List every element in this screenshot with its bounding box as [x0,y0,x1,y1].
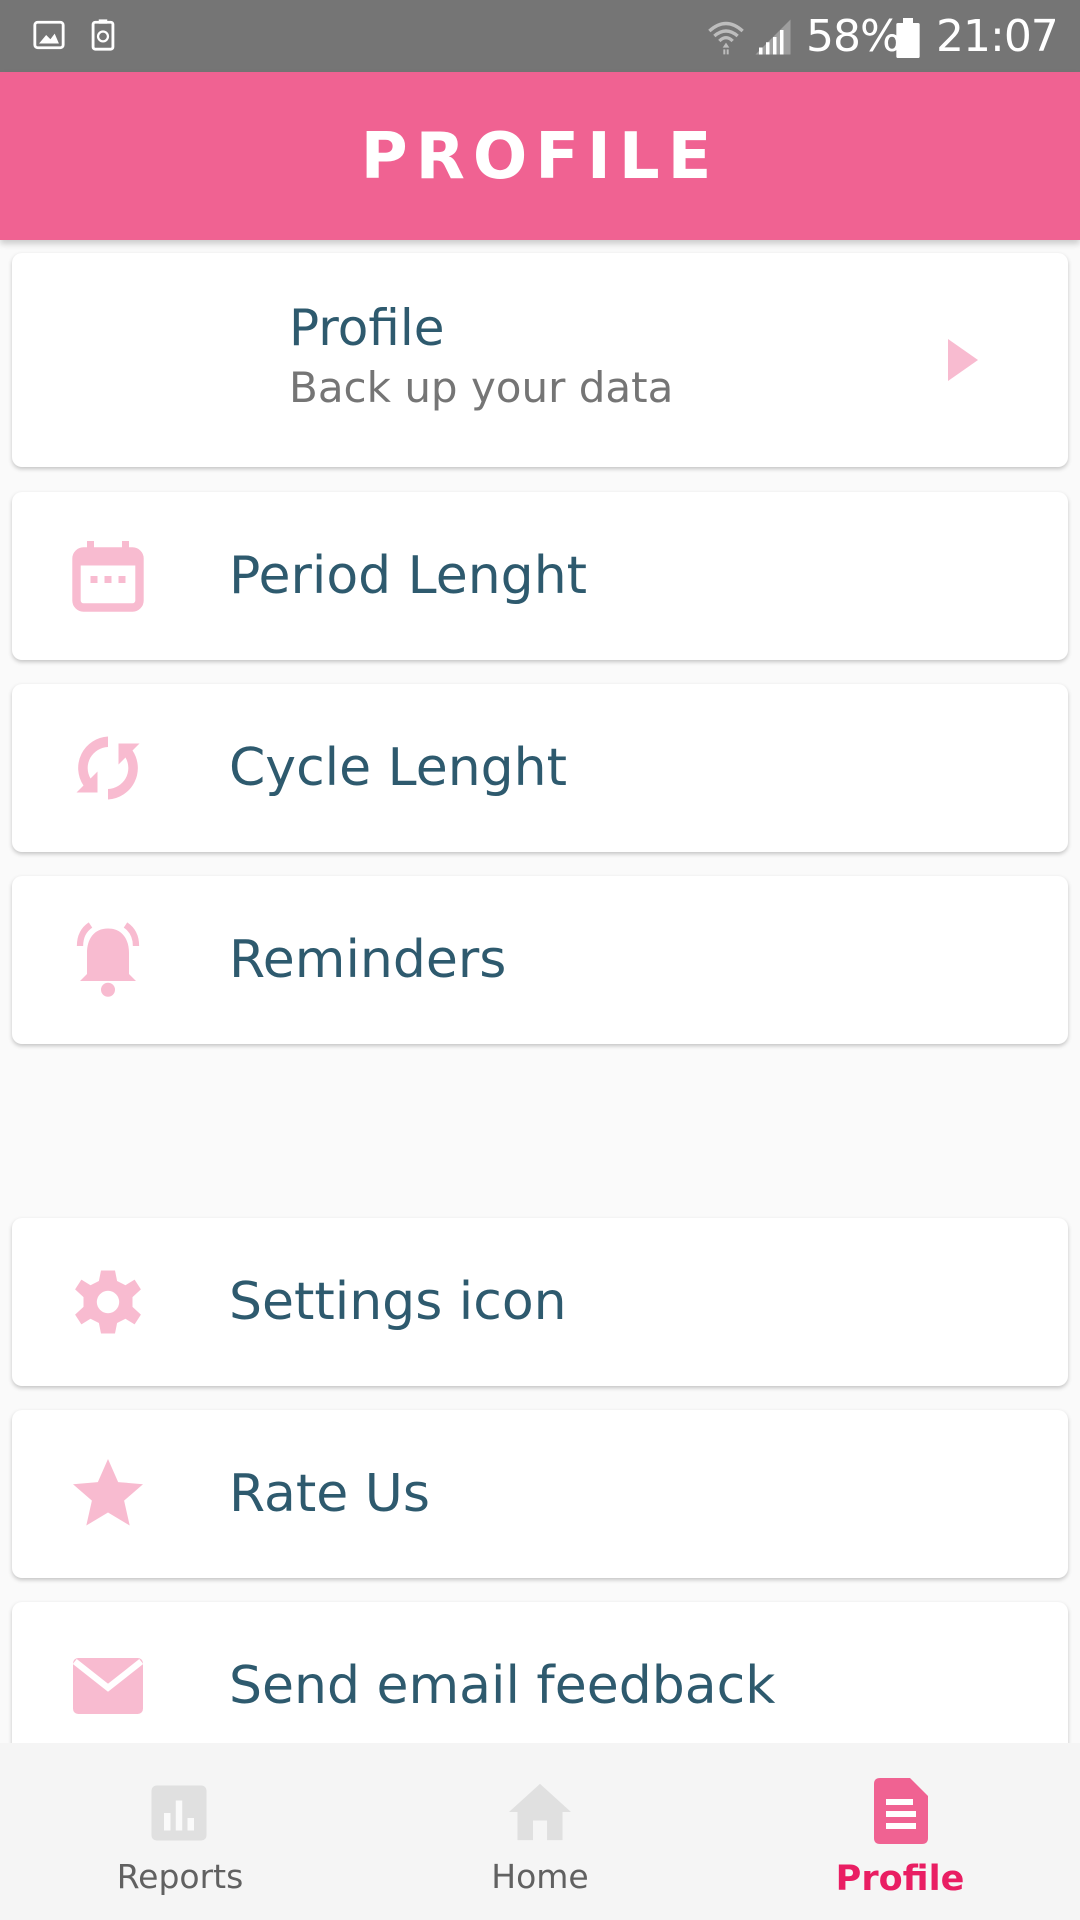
menu-item-label: Settings icon [229,1272,567,1332]
calendar-icon [72,541,144,612]
home-icon [509,1783,571,1841]
wifi-icon [708,21,744,55]
profile-card-title: Profile [289,299,445,357]
bar-chart-icon [151,1785,207,1841]
star-icon [73,1459,143,1526]
document-icon [874,1778,928,1844]
menu-item-settings[interactable]: Settings icon [12,1218,1068,1386]
chevron-right-icon [948,339,978,381]
menu-item-reminders[interactable]: Reminders [12,876,1068,1044]
recycle-icon [91,19,115,51]
menu-item-label: Reminders [229,930,507,990]
menu-item-label: Period Lenght [229,546,588,606]
nav-item-home[interactable]: Home [360,1743,720,1920]
signal-icon [755,19,791,55]
nav-item-reports[interactable]: Reports [0,1743,360,1920]
mail-icon [72,1658,144,1714]
battery-percent: 58% [806,11,902,62]
app-bar: PROFILE [0,72,1080,240]
menu-item-period-length[interactable]: Period Lenght [12,492,1068,660]
nav-item-profile[interactable]: Profile [720,1743,1080,1920]
status-bar: 58% 21:07 [0,0,1080,72]
battery-icon [896,18,920,58]
menu-item-label: Cycle Lenght [229,738,567,798]
nav-label: Profile [835,1859,965,1899]
menu-item-label: Send email feedback [229,1656,776,1716]
cycle-icon [76,736,140,800]
image-icon [33,20,65,50]
bell-icon [76,922,140,997]
clock: 21:07 [936,11,1059,62]
bottom-navigation: Reports Home Profile [0,1743,1080,1920]
nav-label: Home [491,1857,589,1896]
profile-card-subtitle: Back up your data [289,363,674,412]
menu-item-rate-us[interactable]: Rate Us [12,1410,1068,1578]
gear-icon [75,1270,141,1334]
page-title: PROFILE [360,120,720,194]
profile-backup-card[interactable]: Profile Back up your data [12,253,1068,467]
nav-label: Reports [116,1857,244,1896]
menu-item-label: Rate Us [229,1464,430,1524]
menu-item-cycle-length[interactable]: Cycle Lenght [12,684,1068,852]
